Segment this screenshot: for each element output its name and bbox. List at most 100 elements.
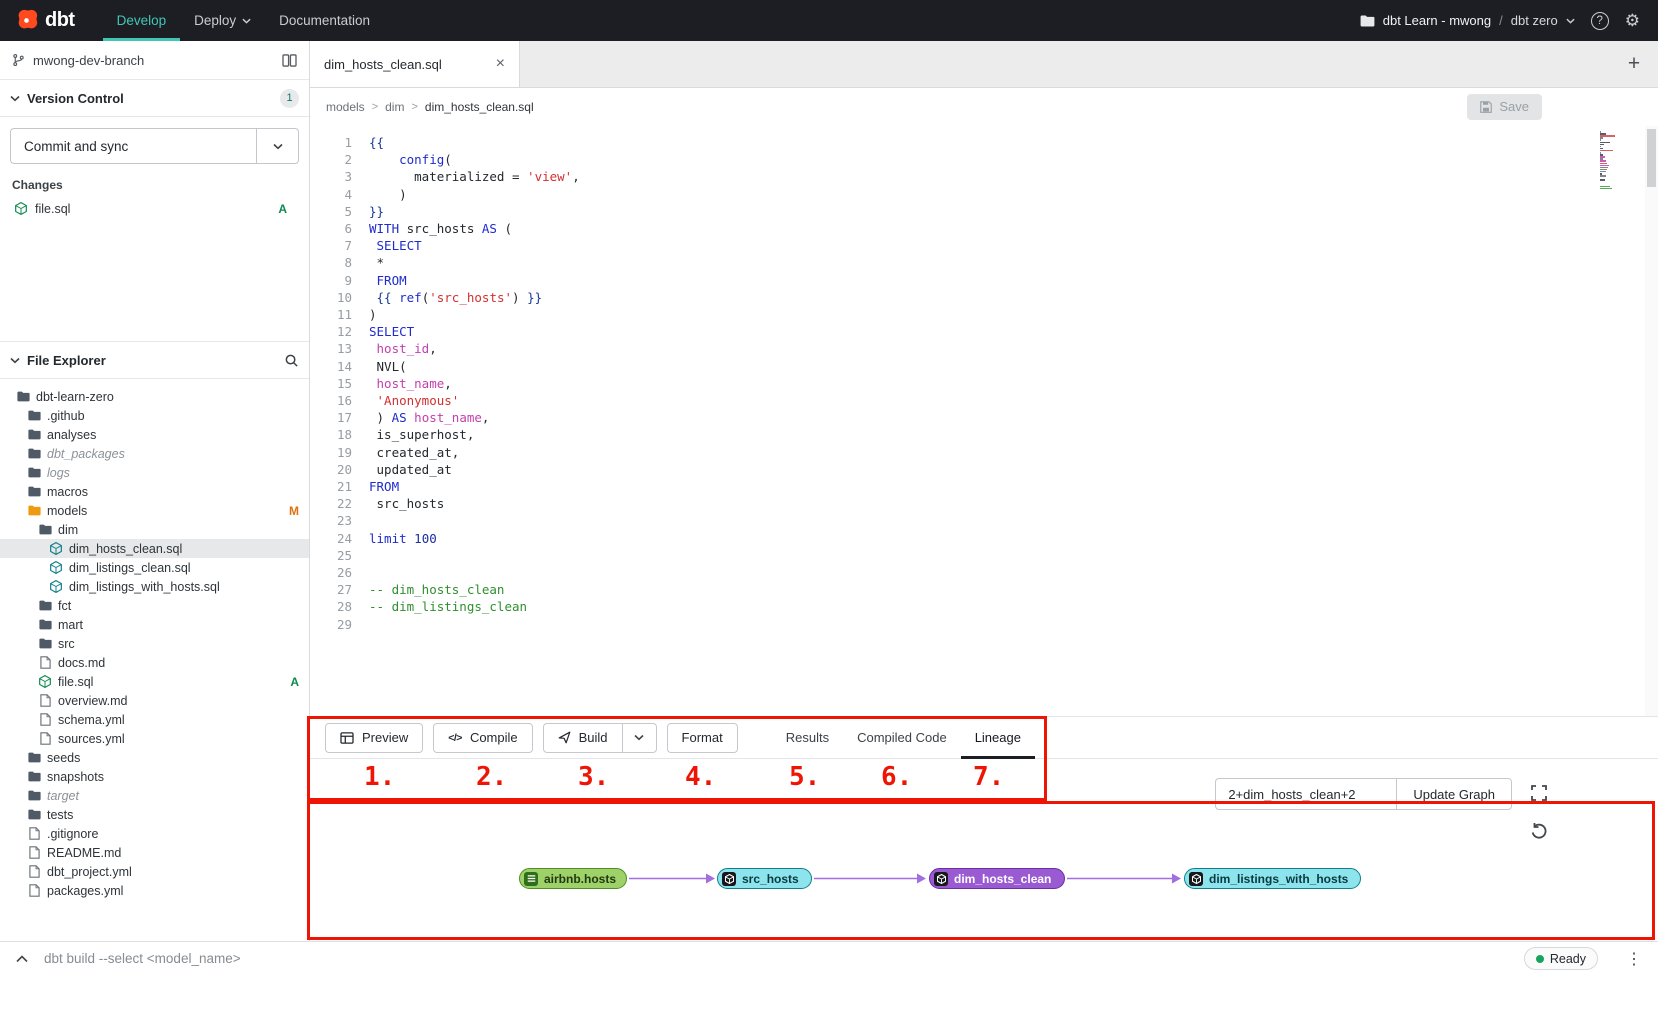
save-button[interactable]: Save	[1467, 94, 1542, 120]
seed-icon	[524, 872, 538, 886]
line-number: 24	[310, 530, 352, 547]
line-number: 28	[310, 598, 352, 615]
tree-item-dim_hosts_clean.sql[interactable]: dim_hosts_clean.sql	[0, 539, 309, 558]
dbt-logo[interactable]: dbt	[14, 8, 75, 33]
lineage-node-src_hosts[interactable]: src_hosts	[717, 868, 812, 889]
editor-scrollbar[interactable]	[1645, 126, 1658, 716]
compile-button[interactable]: </> Compile	[433, 723, 532, 753]
update-graph-button[interactable]: Update Graph	[1396, 778, 1512, 810]
model-icon	[38, 675, 52, 688]
tree-item-target[interactable]: target	[0, 786, 309, 805]
tree-item-label: dbt-learn-zero	[36, 390, 114, 404]
build-label: Build	[579, 730, 608, 745]
nav-deploy[interactable]: Deploy	[180, 0, 265, 41]
build-button[interactable]: Build	[543, 723, 623, 753]
nav-develop[interactable]: Develop	[103, 0, 181, 41]
nav-documentation[interactable]: Documentation	[265, 0, 384, 41]
tree-item-.github[interactable]: .github	[0, 406, 309, 425]
close-icon[interactable]: ×	[496, 56, 505, 72]
code-line: -- dim_listings_clean	[369, 598, 580, 615]
model-icon	[934, 872, 948, 886]
lineage-selector-input[interactable]	[1215, 778, 1396, 810]
tree-item-sources.yml[interactable]: sources.yml	[0, 729, 309, 748]
tree-item-schema.yml[interactable]: schema.yml	[0, 710, 309, 729]
chevron-down-icon	[10, 357, 20, 364]
kebab-menu-icon[interactable]: ⋮	[1626, 949, 1642, 969]
scrollbar-thumb[interactable]	[1647, 129, 1656, 187]
tree-item-dim_listings_clean.sql[interactable]: dim_listings_clean.sql	[0, 558, 309, 577]
project-selector[interactable]: dbt Learn - mwong / dbt zero	[1360, 13, 1575, 28]
chevron-up-icon[interactable]	[16, 955, 28, 963]
version-control-header[interactable]: Version Control 1	[0, 80, 309, 117]
tree-item-docs.md[interactable]: docs.md	[0, 653, 309, 672]
build-options-caret[interactable]	[623, 723, 657, 753]
line-number: 17	[310, 409, 352, 426]
help-icon[interactable]: ?	[1591, 12, 1609, 30]
tree-item-dbt-learn-zero[interactable]: dbt-learn-zero	[0, 387, 309, 406]
line-number: 12	[310, 323, 352, 340]
tree-item-logs[interactable]: logs	[0, 463, 309, 482]
file-explorer-header[interactable]: File Explorer	[0, 342, 309, 379]
folder-icon	[27, 771, 41, 782]
command-input[interactable]: dbt build --select <model_name>	[44, 951, 241, 966]
code-line	[369, 547, 580, 564]
tree-item-dbt_packages[interactable]: dbt_packages	[0, 444, 309, 463]
new-tab-button[interactable]: +	[1610, 41, 1658, 87]
tree-item-dim[interactable]: dim	[0, 520, 309, 539]
lineage-node-dim_hosts_clean[interactable]: dim_hosts_clean	[929, 868, 1065, 889]
changed-file-row[interactable]: file.sql A	[10, 198, 299, 219]
git-status-badge: A	[278, 202, 287, 216]
code-line: src_hosts	[369, 495, 580, 512]
code-editor[interactable]: 1234567891011121314151617181920212223242…	[310, 126, 1658, 716]
line-number: 21	[310, 478, 352, 495]
tab-results[interactable]: Results	[772, 716, 843, 759]
file-tree: dbt-learn-zero .githubanalysesdbt_package…	[0, 379, 309, 900]
file-icon	[27, 846, 41, 859]
code-line: WITH src_hosts AS (	[369, 220, 580, 237]
tree-item-label: dim_listings_clean.sql	[69, 561, 191, 575]
search-icon[interactable]	[284, 353, 299, 368]
tree-item-snapshots[interactable]: snapshots	[0, 767, 309, 786]
folder-icon	[27, 486, 41, 497]
tree-item-tests[interactable]: tests	[0, 805, 309, 824]
preview-button[interactable]: Preview	[325, 723, 423, 753]
commit-and-sync-button[interactable]: Commit and sync	[10, 128, 299, 164]
tree-item-dim_listings_with_hosts.sql[interactable]: dim_listings_with_hosts.sql	[0, 577, 309, 596]
format-button[interactable]: Format	[667, 723, 738, 753]
fullscreen-icon[interactable]	[1528, 782, 1550, 804]
lineage-controls: Update Graph	[1215, 778, 1512, 810]
lineage-node-airbnb.hosts[interactable]: airbnb.hosts	[519, 868, 627, 889]
save-icon	[1480, 101, 1492, 113]
split-view-icon[interactable]	[282, 54, 297, 67]
tree-item-analyses[interactable]: analyses	[0, 425, 309, 444]
lineage-node-label: dim_hosts_clean	[954, 872, 1051, 886]
dbt-ide: dbt Develop Deploy Documentation dbt Lea…	[0, 0, 1658, 1028]
tree-item-macros[interactable]: macros	[0, 482, 309, 501]
tree-item-src[interactable]: src	[0, 634, 309, 653]
commit-options-caret[interactable]	[256, 129, 298, 163]
tree-item-models[interactable]: modelsM	[0, 501, 309, 520]
tab-lineage[interactable]: Lineage	[961, 716, 1035, 759]
tree-item-seeds[interactable]: seeds	[0, 748, 309, 767]
tab-dim-hosts-clean-sql[interactable]: dim_hosts_clean.sql ×	[310, 41, 520, 87]
tree-item-packages.yml[interactable]: packages.yml	[0, 881, 309, 900]
tree-item-fct[interactable]: fct	[0, 596, 309, 615]
tree-item-mart[interactable]: mart	[0, 615, 309, 634]
tree-item-.gitignore[interactable]: .gitignore	[0, 824, 309, 843]
line-number: 18	[310, 426, 352, 443]
branch-selector[interactable]: mwong-dev-branch	[0, 41, 309, 80]
tree-item-file.sql[interactable]: file.sqlA	[0, 672, 309, 691]
tree-item-label: logs	[47, 466, 70, 480]
minimap[interactable]	[1600, 131, 1628, 221]
lineage-node-dim_listings_with_hosts[interactable]: dim_listings_with_hosts	[1184, 868, 1361, 889]
tree-item-label: sources.yml	[58, 732, 125, 746]
file-icon	[27, 884, 41, 897]
tree-item-README.md[interactable]: README.md	[0, 843, 309, 862]
changed-file-name: file.sql	[35, 202, 70, 216]
tab-compiled-code[interactable]: Compiled Code	[843, 716, 961, 759]
code-line: NVL(	[369, 358, 580, 375]
reset-view-icon[interactable]	[1528, 820, 1550, 842]
settings-gear-icon[interactable]: ⚙	[1625, 11, 1640, 31]
tree-item-overview.md[interactable]: overview.md	[0, 691, 309, 710]
tree-item-dbt_project.yml[interactable]: dbt_project.yml	[0, 862, 309, 881]
